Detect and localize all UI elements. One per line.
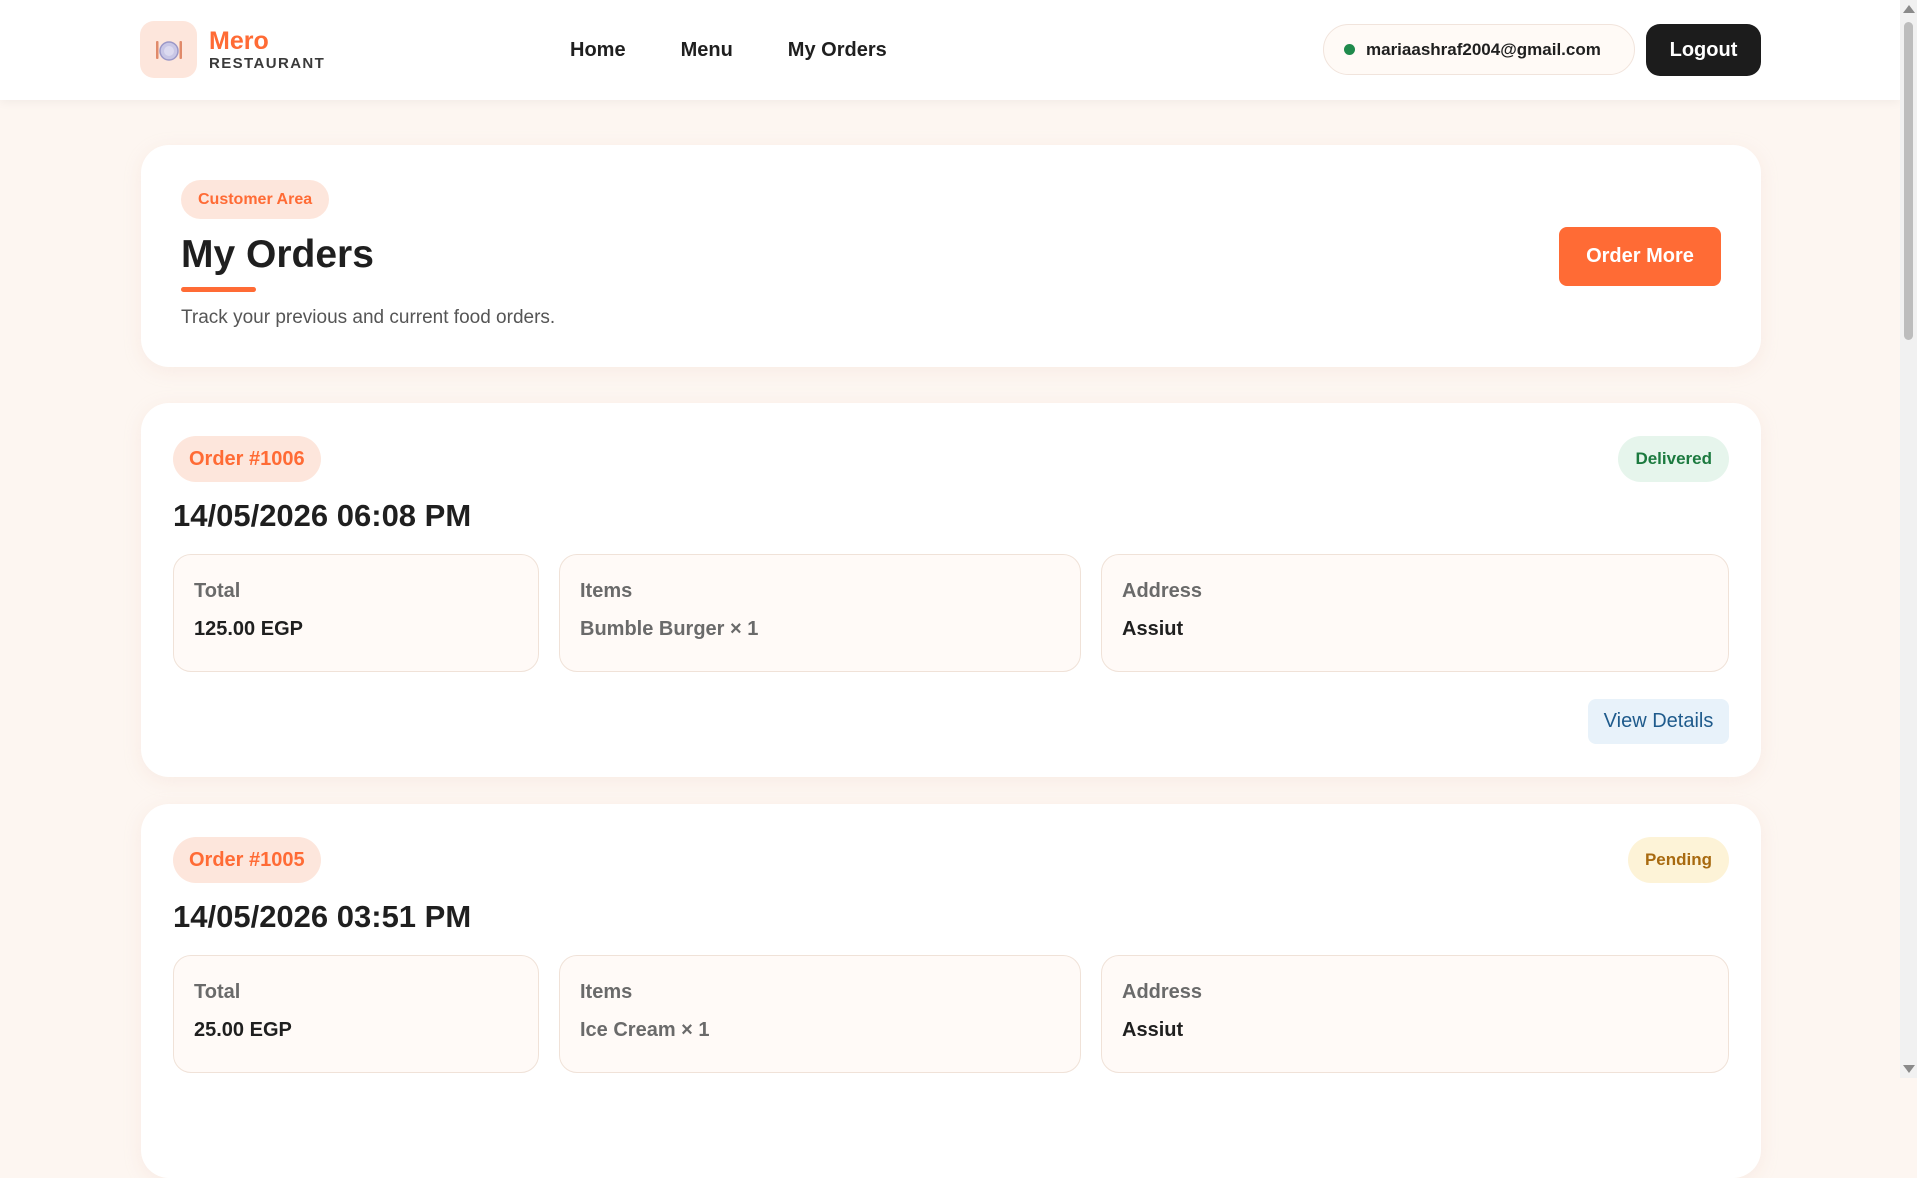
nav-link-menu[interactable]: Menu bbox=[681, 39, 733, 62]
scroll-thumb[interactable] bbox=[1904, 22, 1913, 340]
order-total-box: Total 25.00 EGP bbox=[173, 955, 539, 1073]
status-badge: Pending bbox=[1627, 837, 1729, 883]
total-value: 25.00 EGP bbox=[194, 1019, 292, 1041]
address-value: Assiut bbox=[1122, 1019, 1184, 1041]
order-address-box: Address Assiut bbox=[1101, 955, 1729, 1073]
total-label: Total bbox=[194, 981, 241, 1003]
order-more-button[interactable]: Order More bbox=[1559, 227, 1721, 286]
address-label: Address bbox=[1122, 981, 1203, 1003]
logout-button[interactable]: Logout bbox=[1646, 24, 1761, 76]
items-value: Bumble Burger × 1 bbox=[580, 618, 759, 640]
order-address-box: Address Assiut bbox=[1101, 554, 1729, 672]
online-status-dot-icon bbox=[1344, 44, 1355, 55]
page-scrollbar[interactable] bbox=[1900, 0, 1917, 1078]
brand-subtitle: RESTAURANT bbox=[209, 54, 326, 72]
total-label: Total bbox=[194, 580, 241, 602]
user-email: mariaashraf2004@gmail.com bbox=[1366, 39, 1601, 59]
order-date: 14/05/2026 03:51 PM bbox=[173, 899, 472, 934]
scroll-down-arrow-icon[interactable] bbox=[1903, 1065, 1915, 1073]
scroll-up-arrow-icon[interactable] bbox=[1903, 5, 1915, 13]
order-id-badge: Order #1005 bbox=[173, 837, 321, 883]
nav-link-my-orders[interactable]: My Orders bbox=[788, 39, 887, 62]
view-details-button[interactable]: View Details bbox=[1588, 699, 1729, 744]
items-label: Items bbox=[580, 580, 633, 602]
order-total-box: Total 125.00 EGP bbox=[173, 554, 539, 672]
items-value: Ice Cream × 1 bbox=[580, 1019, 710, 1041]
order-date: 14/05/2026 06:08 PM bbox=[173, 498, 472, 533]
main-nav: Home Menu My Orders bbox=[570, 0, 942, 100]
status-badge: Delivered bbox=[1618, 436, 1729, 482]
page-title: My Orders bbox=[181, 233, 374, 276]
brand-name: Mero bbox=[209, 26, 269, 55]
order-items-box: Items Bumble Burger × 1 bbox=[559, 554, 1081, 672]
order-card: Order #1005 Pending 14/05/2026 03:51 PM … bbox=[141, 804, 1761, 1178]
user-email-pill: mariaashraf2004@gmail.com bbox=[1323, 24, 1635, 75]
order-id-badge: Order #1006 bbox=[173, 436, 321, 482]
order-items-box: Items Ice Cream × 1 bbox=[559, 955, 1081, 1073]
address-value: Assiut bbox=[1122, 618, 1184, 640]
total-value: 125.00 EGP bbox=[194, 618, 303, 640]
customer-area-badge: Customer Area bbox=[181, 180, 330, 219]
plate-cutlery-icon bbox=[140, 21, 197, 78]
order-card: Order #1006 Delivered 14/05/2026 06:08 P… bbox=[141, 403, 1761, 777]
title-underline bbox=[181, 287, 256, 292]
brand-logo-link[interactable]: Mero RESTAURANT bbox=[140, 21, 325, 78]
items-label: Items bbox=[580, 981, 633, 1003]
page-subtitle: Track your previous and current food ord… bbox=[181, 307, 556, 328]
top-navbar: Mero RESTAURANT Home Menu My Orders mari… bbox=[0, 0, 1900, 100]
page-header-card: Customer Area My Orders Track your previ… bbox=[141, 145, 1761, 367]
address-label: Address bbox=[1122, 580, 1203, 602]
nav-link-home[interactable]: Home bbox=[570, 39, 626, 62]
